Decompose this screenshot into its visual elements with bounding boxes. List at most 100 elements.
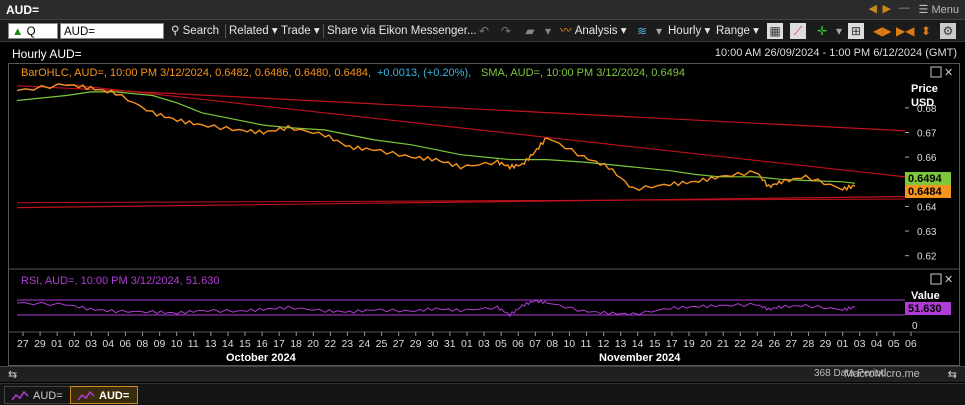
quote-selector[interactable]: ▲ Q [8,23,58,39]
menu-label: Menu [931,4,959,16]
close-rsi-panel-icon[interactable]: ✕ [944,274,953,286]
chevron-down-icon[interactable]: ▾ [651,23,667,39]
chevron-down-icon: ▾ [753,25,759,37]
redo-icon[interactable]: ↷ [498,23,514,39]
legend-sma: SMA, AUD=, 10:00 PM 3/12/2024, 0.6494 [481,67,685,79]
menu-icon: ☰ [918,4,932,16]
watermark: MacroMicro.me [844,368,920,380]
rsi-value-badge: 51.630 [908,303,942,315]
y-tick-label: 0.67 [917,129,937,140]
x-tick-label: 28 [803,338,815,350]
search-button[interactable]: ⚲ Search [171,23,219,39]
expand-left-icon[interactable]: ⇆ [8,368,17,381]
x-tick-label: 25 [376,338,388,350]
price-axis-unit: USD [911,97,934,109]
chart-line-icon [11,390,29,401]
rsi-y-tick: 0 [912,321,918,332]
range-select[interactable]: Range ▾ [716,23,759,39]
x-tick-label: 06 [119,338,131,350]
x-tick-label: 29 [410,338,422,350]
upper-trendline [16,85,906,132]
chart-svg[interactable]: 0.680.670.660.650.640.630.62 BarOHLC, AU… [9,64,959,365]
interval-select[interactable]: Hourly ▾ [668,23,710,39]
range-label: Range [716,25,750,37]
chevron-down-icon: ▾ [313,25,320,37]
analysis-icon: 〰 [560,25,572,37]
settings-icon[interactable]: ⚙ [940,23,956,39]
crosshair-icon[interactable]: ✛ [814,23,830,39]
prev-icon[interactable]: ◀ [869,2,877,15]
y-tick-label: 0.62 [917,252,937,263]
x-tick-label: 01 [51,338,63,350]
x-tick-label: 14 [632,338,644,350]
studies-icon[interactable]: ≋ [634,23,650,39]
rsi-axis-title: Value [911,290,940,302]
x-tick-label: 14 [222,338,234,350]
maximize-rsi-panel-icon[interactable] [930,273,942,285]
x-tick-label: 21 [717,338,729,350]
undo-icon[interactable]: ↶ [476,23,492,39]
chevron-down-icon[interactable]: ▾ [831,23,847,39]
chevron-down-icon[interactable]: ▾ [540,23,556,39]
x-tick-label: 10 [171,338,183,350]
trendlines [16,83,906,209]
x-tick-label: 27 [785,338,797,350]
x-tick-label: 23 [341,338,353,350]
scroll-left-icon[interactable]: ◀▶ [873,23,891,39]
sma-series-line [16,91,856,184]
x-tick-label: 13 [615,338,627,350]
tabs-bar: AUD= AUD= [0,383,965,405]
y-tick-label: 0.63 [917,227,937,238]
scroll-strip[interactable]: ⇆ 368 Data Period MacroMicro.me ⇆ [0,366,965,382]
maximize-panel-icon[interactable] [930,66,942,78]
x-tick-label: 24 [751,338,763,350]
close-panel-icon[interactable]: ✕ [944,67,953,79]
restore-icon[interactable]: — [899,2,910,14]
expand-vertical-icon[interactable]: ⬍ [918,23,934,39]
x-tick-label: 10 [563,338,575,350]
y-tick-label: 0.64 [917,202,937,213]
x-tick-label: 27 [17,338,29,350]
chevron-down-icon: ▾ [620,25,627,37]
price-series-line [16,83,856,192]
chart-type-icon[interactable]: ▦ [767,23,783,39]
zoom-icon[interactable]: ⊞ [848,23,864,39]
price-axis-title: Price [911,83,938,95]
x-tick-label: 01 [837,338,849,350]
search-label: Search [182,25,220,37]
x-tick-label: 22 [324,338,336,350]
window-titlebar: AUD= ◀ ▶ — ☰ Menu [0,0,965,20]
analysis-button[interactable]: 〰 Analysis ▾ [560,23,627,39]
window-title: AUD= [6,3,40,17]
expand-right-icon[interactable]: ⇆ [948,368,957,381]
trade-label: Trade [281,25,311,37]
chevron-down-icon: ▾ [704,25,711,37]
chart-style-icon[interactable]: ⟋ [790,23,806,39]
menu-button[interactable]: ☰ Menu [919,3,959,16]
chart-area[interactable]: 0.680.670.660.650.640.630.62 BarOHLC, AU… [8,63,960,366]
rsi-series-line [16,299,856,318]
legend-change: +0.0013, (+0.20%), [377,67,471,79]
related-button[interactable]: Related ▾ [229,23,278,39]
tab-aud-1[interactable]: AUD= [4,386,72,404]
ric-input[interactable]: AUD= [60,23,164,39]
scroll-right-icon[interactable]: ▶◀ [896,23,914,39]
x-tick-label: 08 [546,338,558,350]
month-label-november: November 2024 [599,352,681,364]
next-icon[interactable]: ▶ [883,2,891,15]
folder-icon[interactable]: ▰ [522,23,538,39]
tab-label: AUD= [33,390,63,402]
x-tick-label: 03 [85,338,97,350]
legend-barohlc: BarOHLC, AUD=, 10:00 PM 3/12/2024, 0.648… [21,67,371,79]
toolbar: ▲ Q AUD= ⚲ Search Related ▾ Trade ▾ Shar… [0,20,965,42]
x-tick-label: 01 [461,338,473,350]
price-value-badge: 0.6484 [908,186,943,198]
x-tick-label: 24 [359,338,371,350]
x-tick-label: 04 [102,338,114,350]
tab-aud-2[interactable]: AUD= [70,386,139,404]
trade-button[interactable]: Trade ▾ [281,23,320,39]
x-tick-label: 15 [649,338,661,350]
share-button[interactable]: Share via Eikon Messenger... [327,23,477,39]
x-tick-label: 05 [495,338,507,350]
tab-label: AUD= [99,390,130,402]
